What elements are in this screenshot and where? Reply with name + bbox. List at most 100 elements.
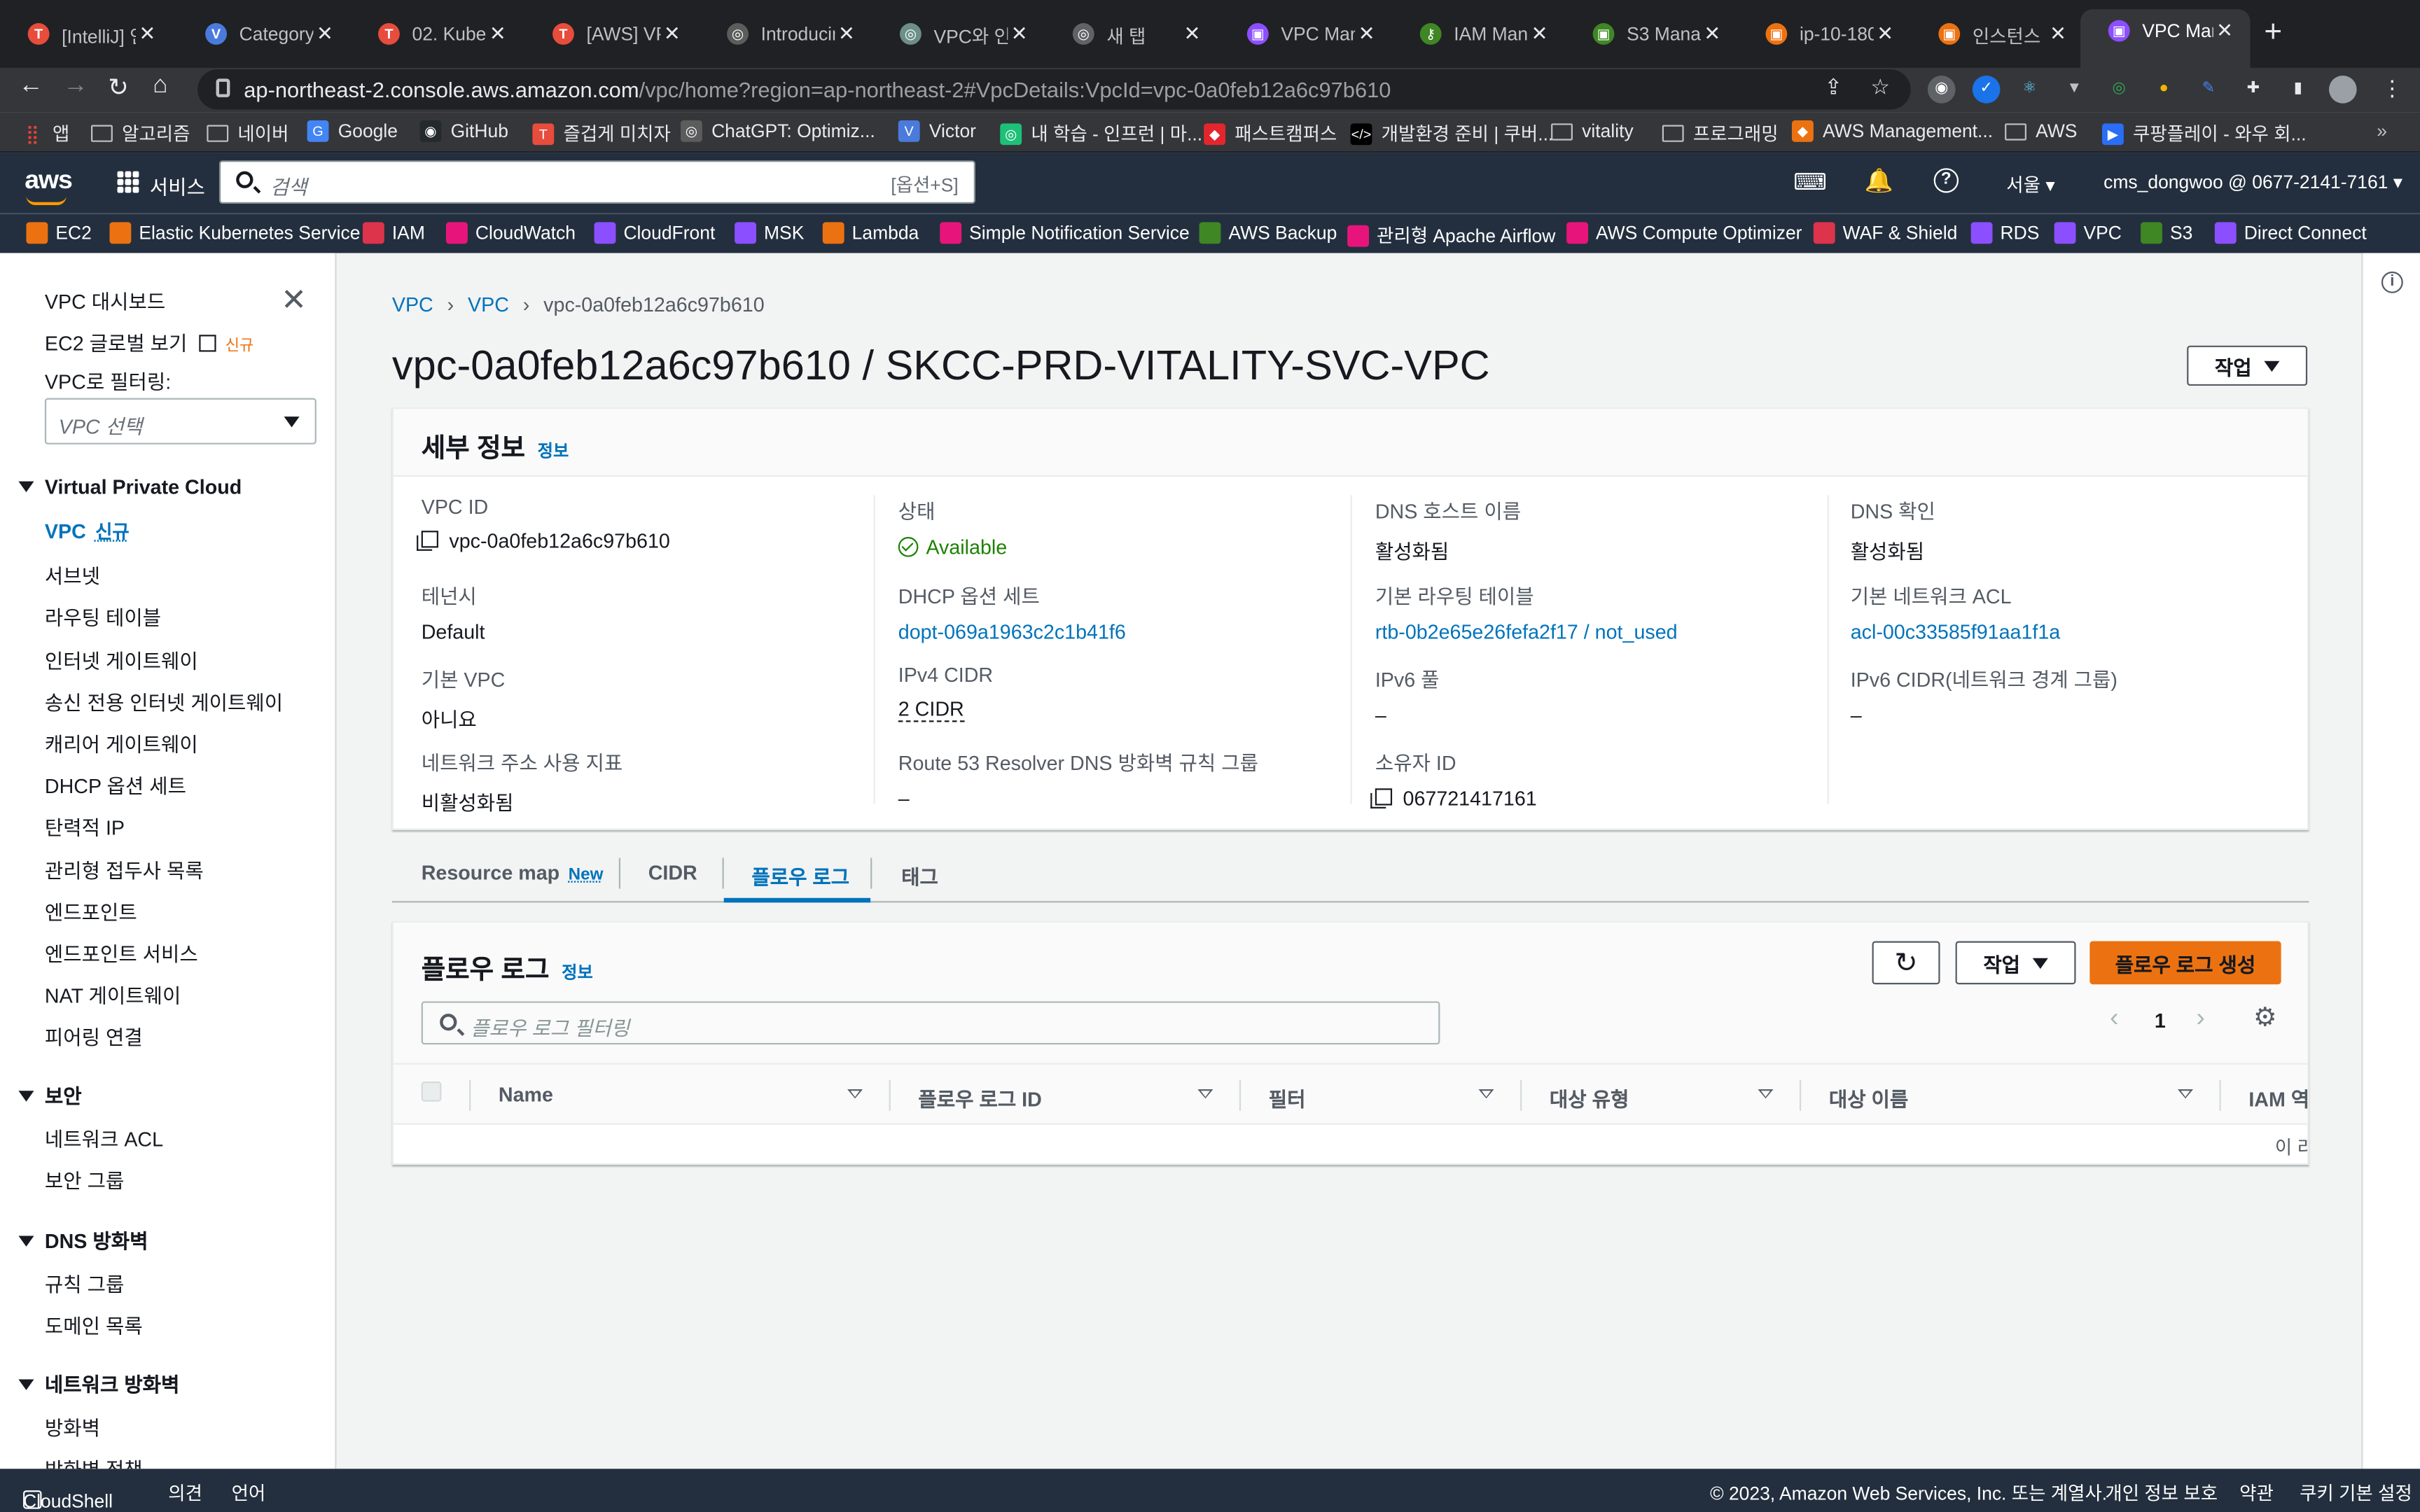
browser-tab[interactable]: ▣ VPC Mana✕ <box>2080 9 2251 68</box>
copy-icon[interactable] <box>1370 788 1393 808</box>
close-sidebar-icon[interactable]: ✕ <box>281 281 307 319</box>
extensions-puzzle-icon[interactable]: ✚ <box>2239 75 2267 104</box>
extension-ring-icon[interactable]: ◎ <box>2105 75 2134 104</box>
next-page-icon[interactable]: › <box>2196 1003 2205 1034</box>
sidebar-item[interactable]: 캐리어 게이트웨이 <box>45 728 198 757</box>
bookmark-item[interactable]: ◆ 패스트캠퍼스 <box>1204 120 1337 146</box>
close-tab-icon[interactable]: ✕ <box>664 22 681 46</box>
terms-link[interactable]: 약관 <box>2239 1480 2274 1506</box>
close-tab-icon[interactable]: ✕ <box>838 22 855 46</box>
favorite-service-link[interactable]: MSK <box>735 222 804 244</box>
sidebar-item[interactable]: DHCP 옵션 세트 <box>45 770 186 799</box>
browser-tab[interactable]: T [IntelliJ] 인✕ <box>0 13 173 56</box>
feedback-link[interactable]: 의견 <box>168 1480 202 1506</box>
favorite-service-link[interactable]: S3 <box>2141 222 2192 244</box>
side-panel-icon[interactable]: ▮ <box>2284 75 2312 104</box>
bookmark-item[interactable]: T 즐겁게 미치자 <box>532 120 671 146</box>
browser-tab[interactable]: T [AWS] VP ✕ <box>524 13 697 56</box>
favorite-service-link[interactable]: CloudFront <box>594 222 715 244</box>
close-tab-icon[interactable]: ✕ <box>2216 18 2233 43</box>
privacy-link[interactable]: 개인 정보 보호 <box>2105 1480 2218 1506</box>
browser-tab[interactable]: ▣ S3 Manag✕ <box>1565 13 1738 56</box>
close-tab-icon[interactable]: ✕ <box>489 22 506 46</box>
copy-icon[interactable] <box>417 531 438 551</box>
close-tab-icon[interactable]: ✕ <box>1877 22 1893 46</box>
flow-log-filter-input[interactable]: 플로우 로그 필터링 <box>421 1001 1440 1045</box>
share-icon[interactable]: ⇪ <box>1824 74 1842 100</box>
sidebar-item-ec2-global-view[interactable]: EC2 글로벌 보기 신규 <box>45 327 253 356</box>
actions-button[interactable]: 작업 <box>2187 345 2308 386</box>
column-header-name[interactable]: Name <box>499 1083 553 1106</box>
close-tab-icon[interactable]: ✕ <box>1358 22 1375 46</box>
info-icon[interactable]: i <box>2381 271 2403 293</box>
tab-resource-map[interactable]: Resource map New <box>422 861 604 884</box>
bookmark-item[interactable]: V Victor <box>898 120 976 142</box>
bookmark-item[interactable]: ◉ GitHub <box>419 120 508 142</box>
favorite-service-link[interactable]: Elastic Kubernetes Service <box>109 222 360 244</box>
forward-icon[interactable]: → <box>63 73 88 101</box>
favorite-service-link[interactable]: Lambda <box>822 222 919 244</box>
sidebar-item[interactable]: 규칙 그룹 <box>45 1268 124 1298</box>
bookmark-item[interactable]: ⣿ 앱 <box>22 120 70 146</box>
tab-flow-logs[interactable]: 플로우 로그 <box>751 861 849 890</box>
favorite-service-link[interactable]: VPC <box>2054 222 2122 244</box>
sidebar-item[interactable]: 엔드포인트 <box>45 896 137 925</box>
wrench-icon[interactable]: ✎ <box>2195 75 2223 104</box>
tab-cidr[interactable]: CIDR <box>648 861 697 884</box>
cookie-preferences-link[interactable]: 쿠키 기본 설정 <box>2300 1480 2412 1506</box>
sort-caret-icon[interactable] <box>847 1089 863 1099</box>
close-tab-icon[interactable]: ✕ <box>1011 22 1028 46</box>
region-selector[interactable]: 서울 ▾ <box>2006 172 2054 197</box>
page-number[interactable]: 1 <box>2155 1009 2166 1032</box>
browser-tab[interactable]: ▣ ip-10-180-✕ <box>1738 13 1911 56</box>
sort-caret-icon[interactable] <box>1197 1089 1214 1099</box>
react-devtools-icon[interactable]: ⚛ <box>2015 75 2044 104</box>
sort-caret-icon[interactable] <box>2177 1089 2193 1099</box>
sidebar-section-header[interactable]: 보안 <box>18 1080 82 1110</box>
bookmark-item[interactable]: 프로그래밍 <box>1662 120 1779 146</box>
sidebar-item[interactable]: 라우팅 테이블 <box>45 602 161 631</box>
bookmark-item[interactable]: ◎ 내 학습 - 인프런 | 마... <box>1000 120 1202 146</box>
sidebar-item[interactable]: 송신 전용 인터넷 게이트웨이 <box>45 686 283 715</box>
vue-devtools-icon[interactable]: ▼ <box>2060 75 2089 104</box>
back-icon[interactable]: ← <box>18 73 43 101</box>
sidebar-section-header[interactable]: Virtual Private Cloud <box>18 475 242 498</box>
more-bookmarks-icon[interactable]: » <box>2377 120 2387 142</box>
sidebar-item[interactable]: 관리형 접두사 목록 <box>45 854 204 883</box>
bookmark-star-icon[interactable]: ☆ <box>1870 74 1890 100</box>
detail-value[interactable]: dopt-069a1963c2c1b41f6 <box>898 620 1126 643</box>
sidebar-item[interactable]: 인터넷 게이트웨이 <box>45 644 198 673</box>
extension-check-icon[interactable]: ✓ <box>1972 75 2001 104</box>
browser-tab[interactable]: ◎ Introducin ✕ <box>699 13 872 56</box>
profile-avatar[interactable] <box>2328 75 2357 104</box>
sidebar-item[interactable]: 탄력적 IP <box>45 812 125 841</box>
sidebar-item[interactable]: VPC 신규 <box>45 519 130 545</box>
cloudshell-icon[interactable]: ⌨ <box>1793 168 1827 195</box>
close-tab-icon[interactable]: ✕ <box>2050 22 2066 46</box>
sidebar-item[interactable]: NAT 게이트웨이 <box>45 980 181 1009</box>
detail-value[interactable]: vpc-0a0feb12a6c97b610 <box>417 529 670 552</box>
column-header-filter[interactable]: 필터 <box>1269 1083 1306 1112</box>
browser-tab[interactable]: ◎ VPC와 인터✕ <box>872 13 1045 56</box>
sidebar-item[interactable]: 서브넷 <box>45 560 100 589</box>
info-link[interactable]: 정보 <box>538 443 569 461</box>
reload-icon[interactable]: ↻ <box>108 73 129 104</box>
favorite-service-link[interactable]: 관리형 Apache Airflow <box>1347 222 1555 248</box>
help-icon[interactable]: ? <box>1933 168 1959 193</box>
vpc-filter-select[interactable]: VPC 선택 <box>44 398 317 444</box>
favorite-service-link[interactable]: CloudWatch <box>445 222 576 244</box>
column-header-flow-log-id[interactable]: 플로우 로그 ID <box>918 1083 1041 1112</box>
detail-value[interactable]: rtb-0b2e65e26fefa2f17 / not_used <box>1375 620 1678 643</box>
cookie-icon[interactable]: ● <box>2150 75 2178 104</box>
close-tab-icon[interactable]: ✕ <box>317 22 333 46</box>
browser-tab[interactable]: ▣ 인스턴스 세✕ <box>1911 13 2084 56</box>
bookmark-item[interactable]: G Google <box>307 120 398 142</box>
favorite-service-link[interactable]: EC2 <box>26 222 92 244</box>
browser-tab[interactable]: ◎ 새 탭 ✕ <box>1045 13 1218 56</box>
services-menu[interactable]: 서비스 <box>150 172 205 201</box>
column-header-destination-name[interactable]: 대상 이름 <box>1829 1083 1908 1112</box>
notifications-bell-icon[interactable]: 🔔 <box>1865 167 1893 194</box>
select-all-checkbox[interactable] <box>421 1082 442 1102</box>
browser-menu-icon[interactable]: ⋮ <box>2381 76 2403 102</box>
new-tab-icon[interactable]: + <box>2264 15 2282 51</box>
